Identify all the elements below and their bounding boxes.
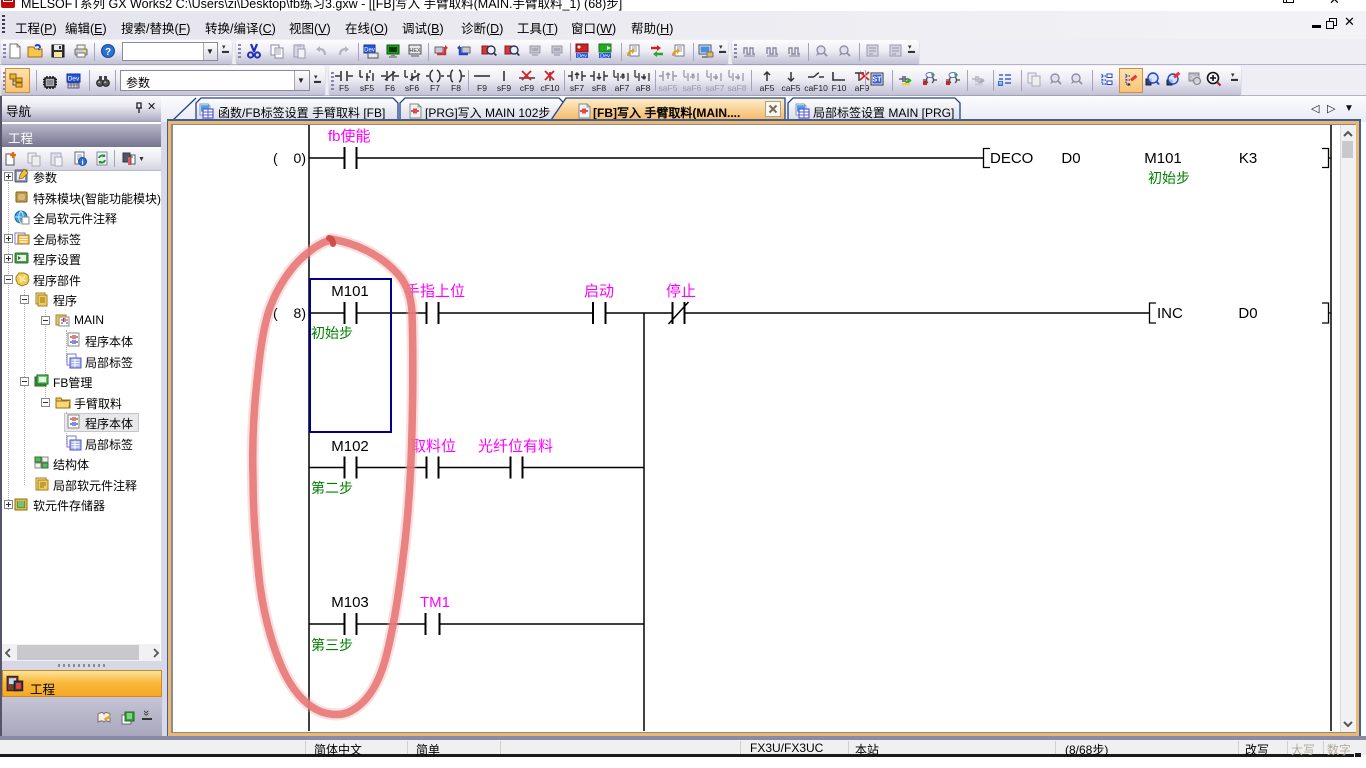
svg-text:Dev: Dev xyxy=(600,54,610,60)
svg-text:D0: D0 xyxy=(1061,150,1080,167)
svg-text:第三步: 第三步 xyxy=(311,637,353,653)
svg-text:ST: ST xyxy=(873,77,883,84)
svg-text:M103: M103 xyxy=(331,594,369,611)
svg-text:TM1: TM1 xyxy=(420,594,450,611)
svg-text:8): 8) xyxy=(294,305,306,321)
svg-text:M101: M101 xyxy=(331,283,369,300)
svg-text:M102: M102 xyxy=(331,438,369,455)
svg-text:光纤位有料: 光纤位有料 xyxy=(478,438,553,455)
svg-text:Dev: Dev xyxy=(68,76,80,83)
svg-text:K3: K3 xyxy=(1239,150,1257,167)
svg-text:i: i xyxy=(81,157,83,166)
svg-text:M101: M101 xyxy=(1144,150,1182,167)
svg-text:初始步: 初始步 xyxy=(311,325,353,341)
svg-text:(: ( xyxy=(273,150,278,166)
svg-text:DECO: DECO xyxy=(990,150,1033,167)
svg-text:启动: 启动 xyxy=(584,283,614,300)
svg-text:取料位: 取料位 xyxy=(411,438,456,455)
svg-text:?: ? xyxy=(105,47,111,58)
svg-text:INC: INC xyxy=(1157,305,1183,322)
svg-text:0): 0) xyxy=(294,150,306,166)
svg-text:第二步: 第二步 xyxy=(311,480,353,496)
svg-text:HEX: HEX xyxy=(409,48,421,54)
svg-text:停止: 停止 xyxy=(666,283,696,300)
svg-text:fb使能: fb使能 xyxy=(328,128,371,145)
svg-text:初始步: 初始步 xyxy=(1148,170,1190,186)
svg-text:D0: D0 xyxy=(1238,305,1257,322)
svg-text:Dev: Dev xyxy=(577,54,587,60)
